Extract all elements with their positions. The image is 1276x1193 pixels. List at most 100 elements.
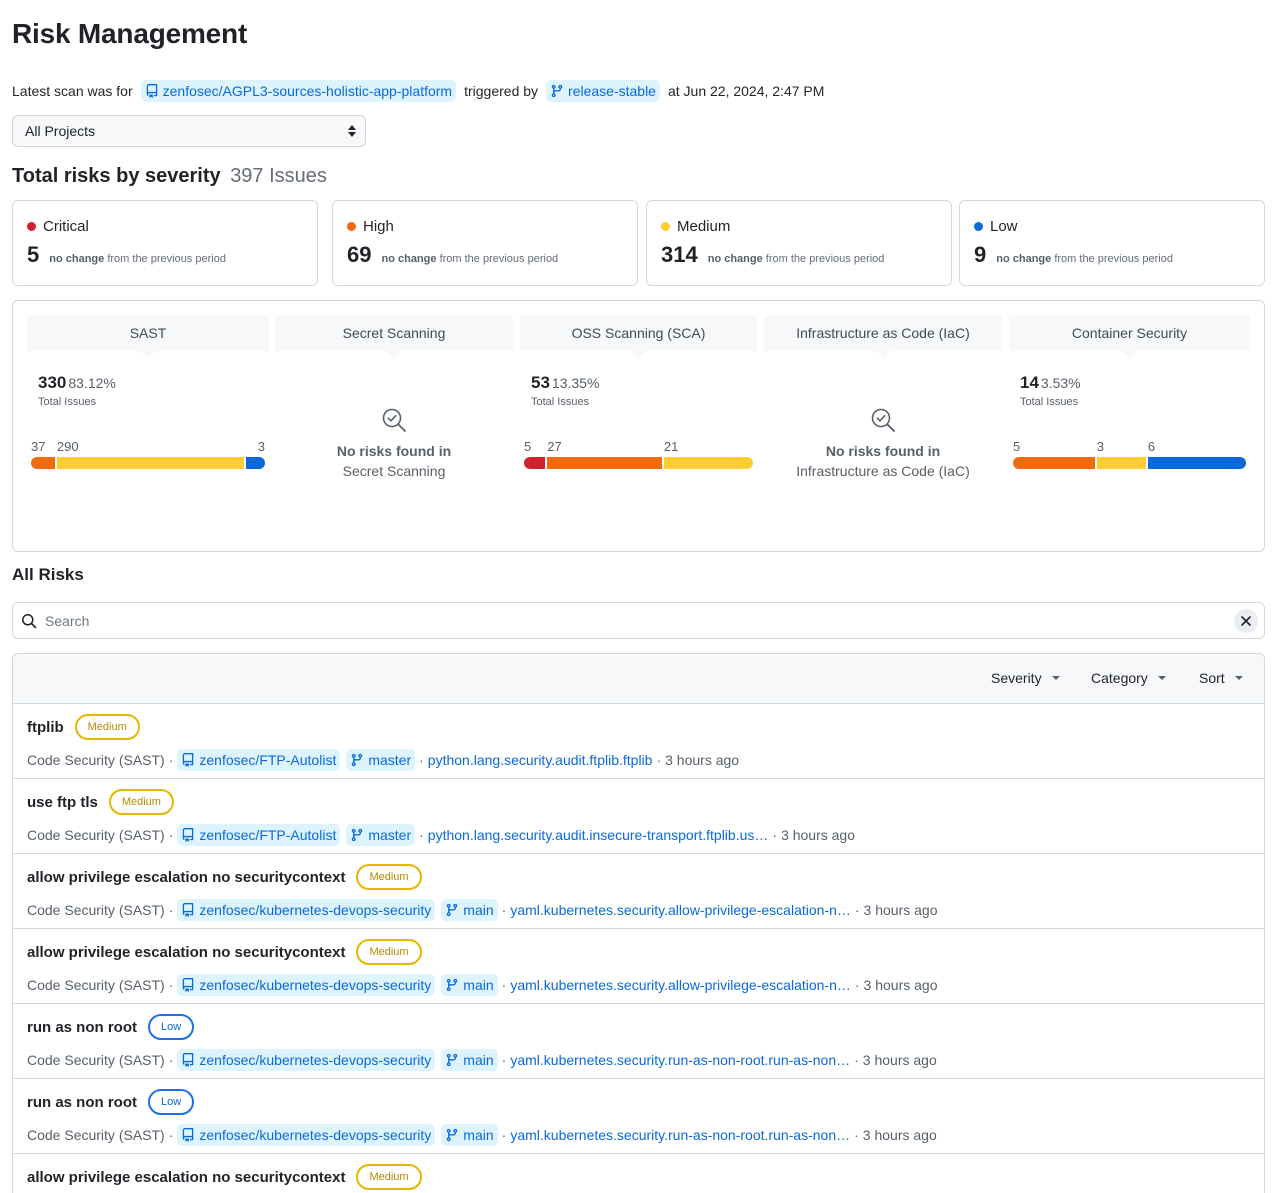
scan-prefix: Latest scan was for — [12, 83, 133, 99]
caret-down-icon — [1051, 676, 1060, 680]
risk-name[interactable]: ftplib — [27, 719, 64, 736]
separator: · — [854, 902, 860, 918]
category-stats: 14 3.53% Total Issues — [1020, 373, 1081, 408]
category-tab-secret-scanning[interactable]: Secret Scanning — [275, 315, 513, 358]
severity-filter-label: Severity — [991, 670, 1042, 686]
risk-name[interactable]: allow privilege escalation no securityco… — [27, 944, 345, 961]
category-iac[interactable]: Infrastructure as Code (IaC) No risks fo… — [764, 315, 1002, 545]
category-secret-scanning[interactable]: Secret Scanning No risks found in Secret… — [275, 315, 513, 545]
risk-name[interactable]: run as non root — [27, 1094, 137, 1111]
category-tab-iac[interactable]: Infrastructure as Code (IaC) — [764, 315, 1002, 358]
severity-bar-segment — [547, 457, 662, 469]
severity-change: no change from the previous period — [49, 253, 226, 265]
risk-repo-name: zenfosec/kubernetes-devops-security — [199, 1052, 432, 1068]
category-sast[interactable]: SAST 330 83.12% Total Issues 37 290 3 — [27, 315, 269, 545]
risk-rule-link[interactable]: yaml.kubernetes.security.run-as-non-root… — [510, 1052, 850, 1068]
severity-bar-segment — [56, 457, 245, 469]
risk-repo-link[interactable]: zenfosec/kubernetes-devops-security — [177, 1049, 436, 1071]
severity-card-critical[interactable]: Critical 5 no change from the previous pe… — [12, 200, 318, 286]
separator: · — [501, 977, 507, 993]
risk-branch-link[interactable]: main — [441, 974, 498, 996]
severity-value: 314 — [661, 242, 698, 267]
category-total: 14 — [1020, 373, 1039, 392]
risk-row[interactable]: run as non root Low Code Security (SAST)… — [13, 1004, 1264, 1079]
severity-bar-segment — [1096, 457, 1146, 469]
search-input[interactable] — [45, 612, 1195, 629]
risk-repo-link[interactable]: zenfosec/FTP-Autolist — [177, 824, 341, 846]
severity-card-low[interactable]: Low 9 no change from the previous period — [959, 200, 1265, 286]
risk-rule-link[interactable]: yaml.kubernetes.security.allow-privilege… — [510, 902, 851, 918]
risk-repo-link[interactable]: zenfosec/FTP-Autolist — [177, 749, 341, 771]
category-container-security[interactable]: Container Security 14 3.53% Total Issues … — [1009, 315, 1250, 545]
empty-subtitle: Secret Scanning — [342, 463, 446, 479]
risk-row[interactable]: use ftp tls Medium Code Security (SAST) … — [13, 779, 1264, 854]
category-filter[interactable]: Category — [1091, 670, 1166, 686]
risk-row[interactable]: allow privilege escalation no securityco… — [13, 854, 1264, 929]
severity-bar-segment — [246, 457, 265, 469]
separator: · — [854, 1052, 859, 1068]
repo-icon — [146, 84, 157, 98]
risk-row[interactable]: allow privilege escalation no securityco… — [13, 1154, 1264, 1193]
scan-repo-link[interactable]: zenfosec/AGPL3-sources-holistic-app-plat… — [140, 80, 457, 102]
risk-repo-name: zenfosec/FTP-Autolist — [199, 827, 337, 843]
risk-rule-link[interactable]: python.lang.security.audit.insecure-tran… — [428, 827, 769, 843]
severity-cards: Critical 5 no change from the previous pe… — [12, 200, 1265, 286]
risk-name[interactable]: use ftp tls — [27, 794, 98, 811]
risk-branch-link[interactable]: main — [441, 1049, 498, 1071]
category-tab-sast[interactable]: SAST — [27, 315, 269, 358]
risk-row[interactable]: allow privilege escalation no securityco… — [13, 929, 1264, 1004]
category-tab-container-security[interactable]: Container Security — [1009, 315, 1250, 358]
separator: · — [501, 1052, 507, 1068]
scan-branch-link[interactable]: release-stable — [546, 80, 660, 102]
category-oss-scanning[interactable]: OSS Scanning (SCA) 53 13.35% Total Issues… — [520, 315, 757, 545]
category-tab-oss-scanning[interactable]: OSS Scanning (SCA) — [520, 315, 757, 358]
risk-time: 3 hours ago — [665, 752, 740, 768]
severity-label: Critical — [43, 218, 89, 235]
separator: · — [168, 1052, 174, 1068]
project-select-value: All Projects — [25, 123, 96, 139]
risk-rule-link[interactable]: yaml.kubernetes.security.allow-privilege… — [510, 977, 851, 993]
risk-repo-link[interactable]: zenfosec/kubernetes-devops-security — [177, 974, 436, 996]
risk-branch-link[interactable]: master — [346, 824, 416, 846]
risk-rule-link[interactable]: python.lang.security.audit.ftplib.ftplib — [428, 752, 653, 768]
severity-filter[interactable]: Severity — [991, 670, 1060, 686]
risk-name[interactable]: allow privilege escalation no securityco… — [27, 869, 345, 886]
severity-bar-label: 3 — [1096, 439, 1105, 454]
risk-branch-link[interactable]: main — [441, 899, 498, 921]
severity-bar-label: 290 — [56, 439, 79, 454]
separator: · — [168, 752, 174, 768]
risk-rule-link[interactable]: yaml.kubernetes.security.run-as-non-root… — [510, 1127, 850, 1143]
risk-meta: Code Security (SAST) · zenfosec/FTP-Auto… — [27, 749, 739, 771]
severity-bar-label: 27 — [547, 439, 562, 454]
scan-branch-name: release-stable — [568, 83, 656, 99]
project-select[interactable]: All Projects — [12, 115, 366, 147]
risk-branch-link[interactable]: main — [441, 1124, 498, 1146]
empty-title: No risks found in — [825, 443, 941, 459]
risk-name[interactable]: run as non root — [27, 1019, 137, 1036]
risk-row[interactable]: run as non root Low Code Security (SAST)… — [13, 1079, 1264, 1154]
clear-search-button[interactable] — [1234, 609, 1258, 633]
risk-branch-link[interactable]: master — [346, 749, 416, 771]
risk-repo-link[interactable]: zenfosec/kubernetes-devops-security — [177, 899, 436, 921]
risk-row[interactable]: ftplib Medium Code Security (SAST) · zen… — [13, 704, 1264, 779]
risk-repo-link[interactable]: zenfosec/kubernetes-devops-security — [177, 1124, 436, 1146]
severity-badge: Low — [148, 1089, 195, 1115]
severity-bar-label: 3 — [257, 439, 265, 454]
risk-category: Code Security (SAST) — [27, 752, 165, 768]
severity-card-medium[interactable]: Medium 314 no change from the previous pe… — [646, 200, 952, 286]
separator: · — [854, 1127, 859, 1143]
page-title: Risk Management — [12, 18, 248, 49]
risk-time: 3 hours ago — [862, 1052, 937, 1068]
separator: · — [501, 902, 507, 918]
empty-state: No risks found in Secret Scanning — [275, 407, 513, 479]
severity-change: no change from the previous period — [707, 253, 885, 265]
severity-bar-segment — [1147, 457, 1246, 469]
bar-labels: 5 3 6 — [1013, 439, 1246, 455]
sort-filter[interactable]: Sort — [1199, 670, 1243, 686]
risk-branch-name: main — [463, 977, 494, 993]
risk-name[interactable]: allow privilege escalation no securityco… — [27, 1169, 345, 1186]
severity-card-high[interactable]: High 69 no change from the previous perio… — [332, 200, 638, 286]
category-stats: 330 83.12% Total Issues — [38, 373, 116, 408]
category-total-label: Total Issues — [531, 396, 590, 408]
git-branch-icon — [551, 84, 563, 98]
